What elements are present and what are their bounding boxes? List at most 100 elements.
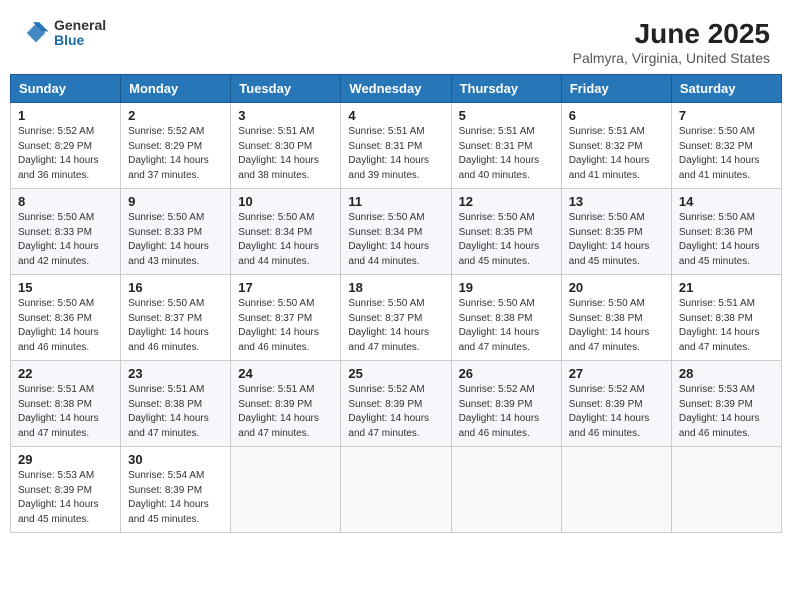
day-info: Sunrise: 5:52 AMSunset: 8:39 PMDaylight:… xyxy=(348,383,443,441)
day-info: Sunrise: 5:50 AMSunset: 8:33 PMDaylight:… xyxy=(18,211,113,269)
day-number: 19 xyxy=(459,280,554,295)
day-info: Sunrise: 5:50 AMSunset: 8:38 PMDaylight:… xyxy=(569,297,664,355)
day-number: 23 xyxy=(128,366,223,381)
dow-thursday: Thursday xyxy=(451,75,561,103)
calendar-cell: 4 Sunrise: 5:51 AMSunset: 8:31 PMDaylight… xyxy=(341,103,451,189)
day-info: Sunrise: 5:51 AMSunset: 8:32 PMDaylight:… xyxy=(569,125,664,183)
calendar-cell: 22 Sunrise: 5:51 AMSunset: 8:38 PMDayligh… xyxy=(11,361,121,447)
day-number: 14 xyxy=(679,194,774,209)
day-info: Sunrise: 5:52 AMSunset: 8:29 PMDaylight:… xyxy=(18,125,113,183)
day-info: Sunrise: 5:51 AMSunset: 8:31 PMDaylight:… xyxy=(348,125,443,183)
day-number: 28 xyxy=(679,366,774,381)
calendar-cell: 26 Sunrise: 5:52 AMSunset: 8:39 PMDayligh… xyxy=(451,361,561,447)
day-number: 16 xyxy=(128,280,223,295)
calendar-cell: 8 Sunrise: 5:50 AMSunset: 8:33 PMDaylight… xyxy=(11,189,121,275)
day-info: Sunrise: 5:50 AMSunset: 8:37 PMDaylight:… xyxy=(238,297,333,355)
calendar-cell: 7Sunrise: 5:50 AMSunset: 8:32 PMDaylight… xyxy=(671,103,781,189)
day-info: Sunrise: 5:50 AMSunset: 8:36 PMDaylight:… xyxy=(18,297,113,355)
calendar-cell: 29Sunrise: 5:53 AMSunset: 8:39 PMDayligh… xyxy=(11,447,121,533)
calendar-cell: 5 Sunrise: 5:51 AMSunset: 8:31 PMDaylight… xyxy=(451,103,561,189)
calendar-week-5: 29Sunrise: 5:53 AMSunset: 8:39 PMDayligh… xyxy=(11,447,782,533)
day-number: 30 xyxy=(128,452,223,467)
day-info: Sunrise: 5:50 AMSunset: 8:38 PMDaylight:… xyxy=(459,297,554,355)
day-info: Sunrise: 5:50 AMSunset: 8:33 PMDaylight:… xyxy=(128,211,223,269)
calendar-cell xyxy=(451,447,561,533)
day-number: 9 xyxy=(128,194,223,209)
dow-sunday: Sunday xyxy=(11,75,121,103)
day-info: Sunrise: 5:51 AMSunset: 8:38 PMDaylight:… xyxy=(679,297,774,355)
dow-friday: Friday xyxy=(561,75,671,103)
day-info: Sunrise: 5:51 AMSunset: 8:31 PMDaylight:… xyxy=(459,125,554,183)
calendar-week-4: 22 Sunrise: 5:51 AMSunset: 8:38 PMDayligh… xyxy=(11,361,782,447)
day-info: Sunrise: 5:52 AMSunset: 8:39 PMDaylight:… xyxy=(569,383,664,441)
calendar-cell: 14 Sunrise: 5:50 AMSunset: 8:36 PMDayligh… xyxy=(671,189,781,275)
day-info: Sunrise: 5:50 AMSunset: 8:34 PMDaylight:… xyxy=(348,211,443,269)
calendar-cell: 12 Sunrise: 5:50 AMSunset: 8:35 PMDayligh… xyxy=(451,189,561,275)
day-info: Sunrise: 5:50 AMSunset: 8:36 PMDaylight:… xyxy=(679,211,774,269)
day-number: 24 xyxy=(238,366,333,381)
calendar-cell: 23 Sunrise: 5:51 AMSunset: 8:38 PMDayligh… xyxy=(121,361,231,447)
title-block: June 2025 Palmyra, Virginia, United Stat… xyxy=(573,18,770,66)
day-number: 8 xyxy=(18,194,113,209)
dow-saturday: Saturday xyxy=(671,75,781,103)
calendar-cell: 11 Sunrise: 5:50 AMSunset: 8:34 PMDayligh… xyxy=(341,189,451,275)
calendar-table: SundayMondayTuesdayWednesdayThursdayFrid… xyxy=(10,74,782,533)
days-of-week-header: SundayMondayTuesdayWednesdayThursdayFrid… xyxy=(11,75,782,103)
day-info: Sunrise: 5:51 AMSunset: 8:30 PMDaylight:… xyxy=(238,125,333,183)
calendar-cell: 15Sunrise: 5:50 AMSunset: 8:36 PMDayligh… xyxy=(11,275,121,361)
day-info: Sunrise: 5:51 AMSunset: 8:38 PMDaylight:… xyxy=(128,383,223,441)
day-info: Sunrise: 5:50 AMSunset: 8:35 PMDaylight:… xyxy=(459,211,554,269)
day-info: Sunrise: 5:52 AMSunset: 8:29 PMDaylight:… xyxy=(128,125,223,183)
calendar-cell: 19 Sunrise: 5:50 AMSunset: 8:38 PMDayligh… xyxy=(451,275,561,361)
day-info: Sunrise: 5:51 AMSunset: 8:39 PMDaylight:… xyxy=(238,383,333,441)
day-number: 18 xyxy=(348,280,443,295)
day-info: Sunrise: 5:54 AMSunset: 8:39 PMDaylight:… xyxy=(128,469,223,527)
calendar-cell: 6 Sunrise: 5:51 AMSunset: 8:32 PMDaylight… xyxy=(561,103,671,189)
day-info: Sunrise: 5:53 AMSunset: 8:39 PMDaylight:… xyxy=(18,469,113,527)
day-info: Sunrise: 5:51 AMSunset: 8:38 PMDaylight:… xyxy=(18,383,113,441)
dow-monday: Monday xyxy=(121,75,231,103)
day-info: Sunrise: 5:50 AMSunset: 8:37 PMDaylight:… xyxy=(128,297,223,355)
calendar-week-3: 15Sunrise: 5:50 AMSunset: 8:36 PMDayligh… xyxy=(11,275,782,361)
day-number: 17 xyxy=(238,280,333,295)
location-title: Palmyra, Virginia, United States xyxy=(573,50,770,66)
calendar-cell: 3 Sunrise: 5:51 AMSunset: 8:30 PMDaylight… xyxy=(231,103,341,189)
day-info: Sunrise: 5:50 AMSunset: 8:34 PMDaylight:… xyxy=(238,211,333,269)
day-number: 20 xyxy=(569,280,664,295)
calendar-cell xyxy=(561,447,671,533)
calendar-cell: 1 Sunrise: 5:52 AMSunset: 8:29 PMDaylight… xyxy=(11,103,121,189)
calendar-cell: 28 Sunrise: 5:53 AMSunset: 8:39 PMDayligh… xyxy=(671,361,781,447)
calendar-cell xyxy=(341,447,451,533)
calendar-cell: 30 Sunrise: 5:54 AMSunset: 8:39 PMDayligh… xyxy=(121,447,231,533)
day-number: 4 xyxy=(348,108,443,123)
day-info: Sunrise: 5:52 AMSunset: 8:39 PMDaylight:… xyxy=(459,383,554,441)
day-number: 11 xyxy=(348,194,443,209)
calendar-cell: 10 Sunrise: 5:50 AMSunset: 8:34 PMDayligh… xyxy=(231,189,341,275)
day-info: Sunrise: 5:50 AMSunset: 8:37 PMDaylight:… xyxy=(348,297,443,355)
day-number: 25 xyxy=(348,366,443,381)
calendar-cell: 20 Sunrise: 5:50 AMSunset: 8:38 PMDayligh… xyxy=(561,275,671,361)
dow-wednesday: Wednesday xyxy=(341,75,451,103)
day-number: 13 xyxy=(569,194,664,209)
logo: General Blue xyxy=(22,18,106,49)
calendar-cell: 9 Sunrise: 5:50 AMSunset: 8:33 PMDaylight… xyxy=(121,189,231,275)
day-number: 26 xyxy=(459,366,554,381)
calendar-cell: 27Sunrise: 5:52 AMSunset: 8:39 PMDayligh… xyxy=(561,361,671,447)
day-number: 6 xyxy=(569,108,664,123)
month-title: June 2025 xyxy=(573,18,770,50)
day-number: 10 xyxy=(238,194,333,209)
day-number: 12 xyxy=(459,194,554,209)
calendar-week-1: 1 Sunrise: 5:52 AMSunset: 8:29 PMDaylight… xyxy=(11,103,782,189)
day-number: 7 xyxy=(679,108,774,123)
day-number: 22 xyxy=(18,366,113,381)
calendar-cell: 18 Sunrise: 5:50 AMSunset: 8:37 PMDayligh… xyxy=(341,275,451,361)
day-number: 21 xyxy=(679,280,774,295)
calendar-cell: 2Sunrise: 5:52 AMSunset: 8:29 PMDaylight… xyxy=(121,103,231,189)
day-number: 5 xyxy=(459,108,554,123)
day-number: 3 xyxy=(238,108,333,123)
calendar-cell xyxy=(671,447,781,533)
calendar-cell: 16 Sunrise: 5:50 AMSunset: 8:37 PMDayligh… xyxy=(121,275,231,361)
day-info: Sunrise: 5:53 AMSunset: 8:39 PMDaylight:… xyxy=(679,383,774,441)
day-number: 1 xyxy=(18,108,113,123)
calendar-cell: 25 Sunrise: 5:52 AMSunset: 8:39 PMDayligh… xyxy=(341,361,451,447)
